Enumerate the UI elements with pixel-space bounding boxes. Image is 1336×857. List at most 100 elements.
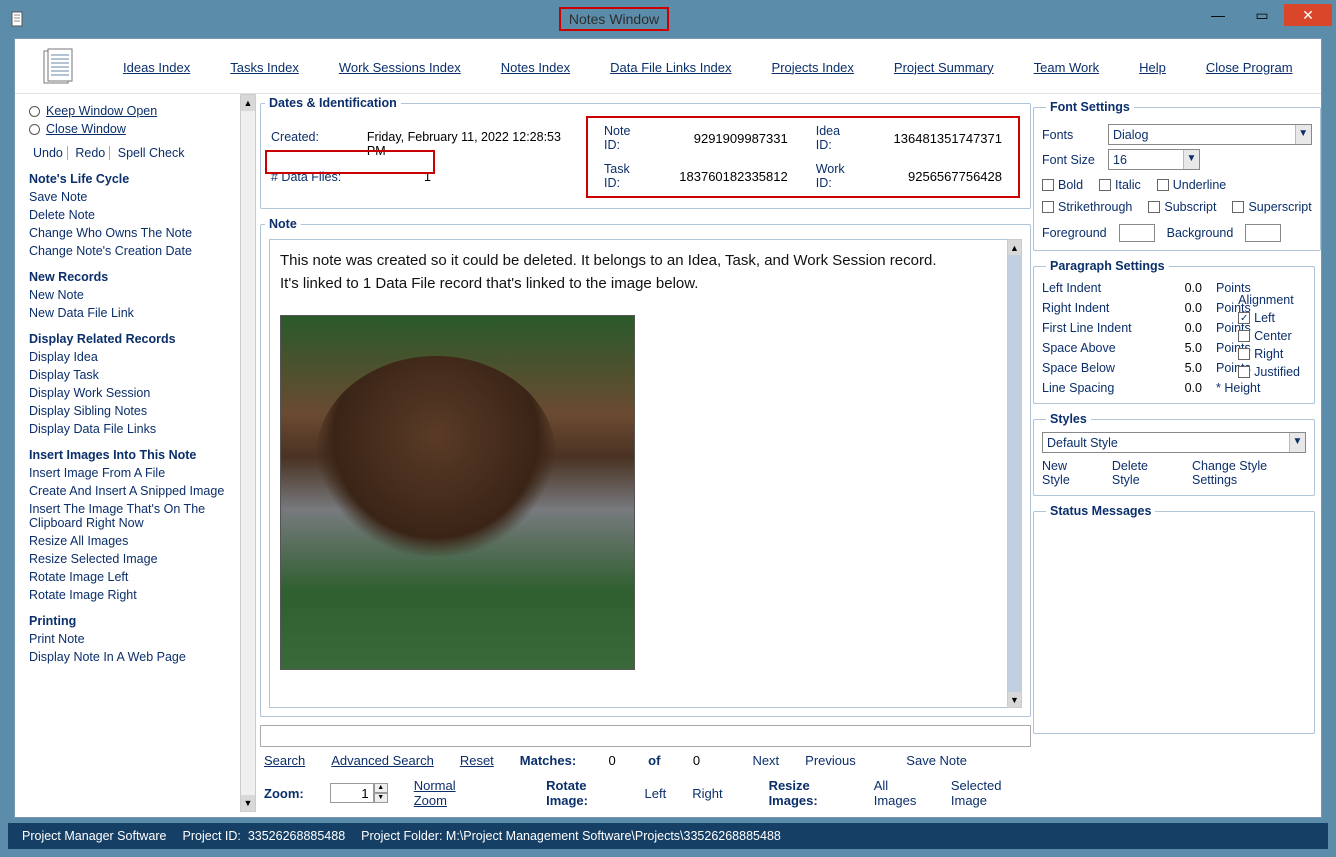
fonts-combo[interactable]: Dialog▼ — [1108, 124, 1312, 145]
sidebar-change-owner[interactable]: Change Who Owns The Note — [29, 226, 230, 240]
space-below-value[interactable]: 5.0 — [1156, 361, 1202, 375]
sidebar-display-task[interactable]: Display Task — [29, 368, 230, 382]
sidebar-insert-clipboard[interactable]: Insert The Image That's On The Clipboard… — [29, 502, 230, 530]
rotate-right-link[interactable]: Right — [692, 786, 722, 801]
menu-tasks-index[interactable]: Tasks Index — [230, 60, 299, 75]
fonts-label: Fonts — [1042, 128, 1098, 142]
rotate-left-link[interactable]: Left — [645, 786, 667, 801]
line-spacing-label: Line Spacing — [1042, 381, 1142, 395]
sidebar-new-datafile-link[interactable]: New Data File Link — [29, 306, 230, 320]
first-line-label: First Line Indent — [1042, 321, 1142, 335]
close-button[interactable]: ✕ — [1284, 4, 1332, 26]
dates-legend: Dates & Identification — [265, 96, 401, 110]
search-strip: Search Advanced Search Reset Matches: 0 … — [260, 725, 1031, 810]
normal-zoom-link[interactable]: Normal Zoom — [414, 778, 480, 808]
advanced-search-link[interactable]: Advanced Search — [331, 753, 434, 768]
left-scrollbar[interactable]: ▲ ▼ — [240, 94, 256, 812]
sidebar-display-siblings[interactable]: Display Sibling Notes — [29, 404, 230, 418]
menu-notes-index[interactable]: Notes Index — [501, 60, 570, 75]
sidebar-insert-snipped[interactable]: Create And Insert A Snipped Image — [29, 484, 230, 498]
zoom-down-button[interactable]: ▼ — [374, 793, 388, 803]
italic-checkbox[interactable]: Italic — [1099, 178, 1141, 192]
embedded-image[interactable] — [280, 315, 635, 670]
radio-keep-window-open[interactable]: Keep Window Open — [29, 104, 230, 118]
search-input[interactable] — [260, 725, 1031, 747]
undo-link[interactable]: Undo — [29, 146, 68, 160]
sidebar-insert-image-file[interactable]: Insert Image From A File — [29, 466, 230, 480]
sidebar-resize-all[interactable]: Resize All Images — [29, 534, 230, 548]
sidebar-display-datafile-links[interactable]: Display Data File Links — [29, 422, 230, 436]
sidebar-resize-selected[interactable]: Resize Selected Image — [29, 552, 230, 566]
menu-close-program[interactable]: Close Program — [1206, 60, 1293, 75]
note-editor[interactable]: This note was created so it could be del… — [269, 239, 1022, 708]
menu-work-sessions-index[interactable]: Work Sessions Index — [339, 60, 461, 75]
radio-icon — [29, 106, 40, 117]
align-right-checkbox[interactable]: Right — [1238, 347, 1300, 361]
scroll-up-icon[interactable]: ▲ — [1008, 240, 1021, 255]
menu-ideas-index[interactable]: Ideas Index — [123, 60, 190, 75]
scroll-thumb[interactable] — [1008, 255, 1021, 695]
menu-team-work[interactable]: Team Work — [1034, 60, 1100, 75]
sidebar-display-idea[interactable]: Display Idea — [29, 350, 230, 364]
minimize-button[interactable]: — — [1196, 4, 1240, 26]
space-above-value[interactable]: 5.0 — [1156, 341, 1202, 355]
align-justified-checkbox[interactable]: Justified — [1238, 365, 1300, 379]
align-center-checkbox[interactable]: Center — [1238, 329, 1300, 343]
fontsize-combo[interactable]: 16▼ — [1108, 149, 1200, 170]
menu-project-summary[interactable]: Project Summary — [894, 60, 994, 75]
styles-combo[interactable]: Default Style▼ — [1042, 432, 1306, 453]
line-spacing-value[interactable]: 0.0 — [1156, 381, 1202, 395]
sidebar-rotate-right[interactable]: Rotate Image Right — [29, 588, 230, 602]
scroll-down-icon[interactable]: ▼ — [1008, 692, 1021, 707]
menu-projects-index[interactable]: Projects Index — [772, 60, 854, 75]
menu-help[interactable]: Help — [1139, 60, 1166, 75]
scroll-down-icon[interactable]: ▼ — [241, 795, 255, 811]
left-indent-label: Left Indent — [1042, 281, 1142, 295]
center-pane: ▲ ▼ Dates & Identification Created: Frid… — [240, 94, 1031, 812]
search-link[interactable]: Search — [264, 753, 305, 768]
scroll-up-icon[interactable]: ▲ — [241, 95, 255, 111]
maximize-button[interactable]: ▭ — [1240, 4, 1284, 26]
align-left-checkbox[interactable]: ✓Left — [1238, 311, 1300, 325]
delete-style-link[interactable]: Delete Style — [1112, 459, 1174, 487]
save-note-link[interactable]: Save Note — [906, 753, 967, 768]
zoom-input[interactable] — [330, 783, 374, 803]
left-indent-value[interactable]: 0.0 — [1156, 281, 1202, 295]
highlight-datafiles — [265, 150, 435, 174]
change-style-link[interactable]: Change Style Settings — [1192, 459, 1306, 487]
sidebar-change-date[interactable]: Change Note's Creation Date — [29, 244, 230, 258]
previous-link[interactable]: Previous — [805, 753, 856, 768]
alignment-label: Alignment — [1238, 293, 1300, 307]
sidebar-rotate-left[interactable]: Rotate Image Left — [29, 570, 230, 584]
superscript-checkbox[interactable]: Superscript — [1232, 200, 1311, 214]
first-line-value[interactable]: 0.0 — [1156, 321, 1202, 335]
zoom-up-button[interactable]: ▲ — [374, 783, 388, 793]
note-legend: Note — [265, 217, 301, 231]
resize-all-link[interactable]: All Images — [874, 778, 925, 808]
subscript-checkbox[interactable]: Subscript — [1148, 200, 1216, 214]
sidebar-display-webpage[interactable]: Display Note In A Web Page — [29, 650, 230, 664]
reset-link[interactable]: Reset — [460, 753, 494, 768]
note-scrollbar[interactable]: ▲ ▼ — [1007, 239, 1022, 708]
redo-link[interactable]: Redo — [71, 146, 110, 160]
strikethrough-checkbox[interactable]: Strikethrough — [1042, 200, 1132, 214]
menu-data-file-links-index[interactable]: Data File Links Index — [610, 60, 731, 75]
sidebar-delete-note[interactable]: Delete Note — [29, 208, 230, 222]
next-link[interactable]: Next — [752, 753, 779, 768]
radio-close-window[interactable]: Close Window — [29, 122, 230, 136]
foreground-label: Foreground — [1042, 226, 1107, 240]
status-folder-label: Project Folder: — [361, 829, 442, 843]
sidebar-save-note[interactable]: Save Note — [29, 190, 230, 204]
sidebar-display-work-session[interactable]: Display Work Session — [29, 386, 230, 400]
right-indent-value[interactable]: 0.0 — [1156, 301, 1202, 315]
sidebar-print-note[interactable]: Print Note — [29, 632, 230, 646]
status-messages-panel: Status Messages — [1033, 504, 1315, 734]
new-style-link[interactable]: New Style — [1042, 459, 1094, 487]
spellcheck-link[interactable]: Spell Check — [114, 146, 189, 160]
underline-checkbox[interactable]: Underline — [1157, 178, 1227, 192]
sidebar-new-note[interactable]: New Note — [29, 288, 230, 302]
resize-selected-link[interactable]: Selected Image — [951, 778, 1027, 808]
background-swatch[interactable] — [1245, 224, 1281, 242]
foreground-swatch[interactable] — [1119, 224, 1155, 242]
bold-checkbox[interactable]: Bold — [1042, 178, 1083, 192]
